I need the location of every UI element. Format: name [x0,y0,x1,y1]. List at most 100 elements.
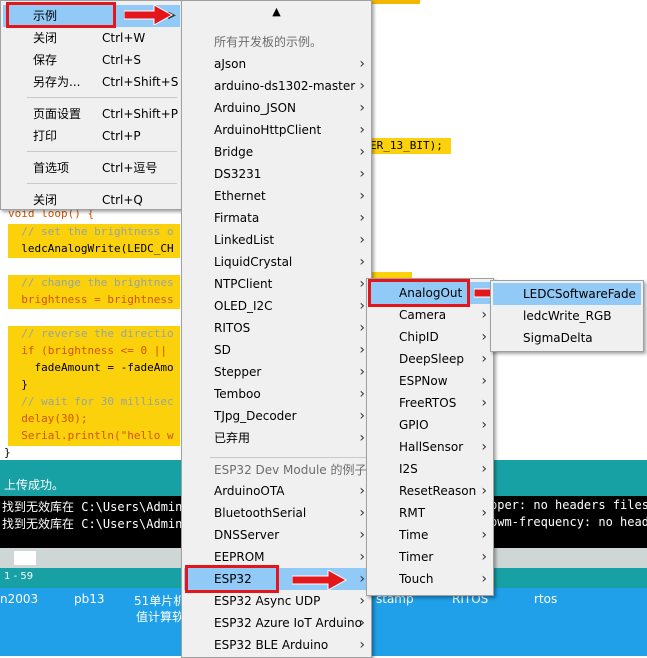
menu-item-label: ChipID [399,330,439,344]
submenu-arrow-icon: › [481,571,487,587]
menu-item-label: NTPClient [214,277,273,291]
esp32-examples-menu: AnalogOut›Camera›ChipID›DeepSleep›ESPNow… [366,278,494,596]
taskbar-item[interactable]: rtos [534,592,557,606]
menu-separator [27,183,177,184]
esp32-menu-item[interactable]: DeepSleep › [369,348,491,370]
esp32-menu-item[interactable]: FreeRTOS › [369,392,491,414]
board-examples-menu-item[interactable]: ESP32 BLE Arduino › [184,634,369,656]
menu-item-label: ResetReason [399,484,477,498]
submenu-arrow-icon: › [359,549,365,565]
examples-menu-item[interactable]: NTPClient › [184,273,369,295]
scrollbar-thumb[interactable] [14,551,36,565]
esp32-menu-item[interactable]: Timer › [369,546,491,568]
taskbar-item[interactable]: 值计算软 [136,608,184,625]
taskbar-item[interactable]: n2003 [0,592,38,606]
examples-menu-item[interactable]: Ethernet › [184,185,369,207]
submenu-arrow-icon: › [359,100,365,116]
status-text: 上传成功。 [4,478,65,492]
taskbar-item[interactable]: 51单片机 [134,592,185,609]
menu-item-preferences[interactable]: 首选项 Ctrl+逗号 [3,157,180,179]
submenu-arrow-icon: › [359,593,365,609]
menu-shortcut: Ctrl+Q [102,193,143,207]
submenu-arrow-icon: › [481,329,487,345]
taskbar-item[interactable]: pb13 [74,592,105,606]
menu-item-print[interactable]: 打印 Ctrl+P [3,125,180,147]
menu-item-label: RITOS [214,321,251,335]
menu-item-label: Ethernet [214,189,266,203]
submenu-arrow-icon: › [481,439,487,455]
examples-menu-item[interactable]: Arduino_JSON › [184,97,369,119]
code-line-partial: ER_13_BIT); [370,138,451,154]
menu-header-all-boards: 所有开发板的示例。 [214,35,323,49]
menu-item-page-setup[interactable]: 页面设置 Ctrl+Shift+P [3,103,180,125]
highlight-box-analogout [368,279,470,307]
menu-item-label: Arduino_JSON [214,101,297,115]
esp32-menu-item[interactable]: Camera › [369,304,491,326]
examples-menu-item[interactable]: Bridge › [184,141,369,163]
examples-menu-item[interactable]: Stepper › [184,361,369,383]
menu-item-label: LEDCSoftwareFade [523,287,636,301]
menu-item-close[interactable]: 关闭 Ctrl+W [3,27,180,49]
examples-menu-item[interactable]: SD › [184,339,369,361]
analogout-menu-item[interactable]: LEDCSoftwareFade [493,283,641,305]
menu-item-label: Touch [399,572,434,586]
esp32-menu-item[interactable]: ESPNow › [369,370,491,392]
submenu-arrow-icon: › [359,56,365,72]
menu-item-label: 首选项 [33,161,70,175]
esp32-menu-item[interactable]: Touch › [369,568,491,590]
esp32-menu-item[interactable]: ResetReason › [369,480,491,502]
menu-item-label: 保存 [33,53,58,67]
examples-menu-item[interactable]: RITOS › [184,317,369,339]
console-line: 找到无效库在 C:\Users\Admini [2,517,190,531]
menu-item-label: SD [214,343,231,357]
examples-menu-item[interactable]: LiquidCrystal › [184,251,369,273]
menu-item-label: DeepSleep [399,352,464,366]
analogout-examples-menu: LEDCSoftwareFade ledcWrite_RGB SigmaDelta [490,280,644,352]
submenu-arrow-icon: › [359,615,365,631]
board-examples-menu-item[interactable]: ESP32 Azure IoT Arduino › [184,612,369,634]
red-arrow-icon [292,570,348,590]
menu-item-label: 另存为... [33,75,81,89]
code-line: fadeAmount = -fadeAmo [8,361,174,374]
submenu-arrow-icon: › [359,210,365,226]
analogout-menu-item[interactable]: SigmaDelta [493,327,641,349]
analogout-menu-item[interactable]: ledcWrite_RGB [493,305,641,327]
examples-menu-item[interactable]: aJson › [184,53,369,75]
submenu-arrow-icon: › [359,166,365,182]
examples-menu-item[interactable]: DS3231 › [184,163,369,185]
code-line: if (brightness <= 0 || [8,344,174,357]
submenu-arrow-icon: › [481,483,487,499]
esp32-menu-item[interactable]: ChipID › [369,326,491,348]
board-examples-menu-item[interactable]: ESP32 Async UDP › [184,590,369,612]
code-brace: } [4,446,11,459]
submenu-arrow-icon: › [481,505,487,521]
menu-item-label: BluetoothSerial [214,506,307,520]
examples-menu-item[interactable]: OLED_I2C › [184,295,369,317]
menu-item-label: ESPNow [399,374,448,388]
submenu-arrow-icon: › [359,78,365,94]
menu-item-label: LiquidCrystal [214,255,293,269]
esp32-menu-item[interactable]: HallSensor › [369,436,491,458]
esp32-menu-item[interactable]: GPIO › [369,414,491,436]
examples-menu-item[interactable]: ArduinoHttpClient › [184,119,369,141]
board-examples-menu-item[interactable]: BluetoothSerial › [184,502,369,524]
examples-menu-item[interactable]: 已弃用 › [184,427,369,449]
menu-item-quit[interactable]: 关闭 Ctrl+Q [3,189,180,211]
scroll-up-icon[interactable]: ▲ [182,5,371,18]
menu-item-label: Timer [399,550,434,564]
menu-item-save[interactable]: 保存 Ctrl+S [3,49,180,71]
esp32-menu-item[interactable]: RMT › [369,502,491,524]
examples-menu-item[interactable]: TJpg_Decoder › [184,405,369,427]
submenu-arrow-icon: › [359,342,365,358]
board-examples-menu-item[interactable]: DNSServer › [184,524,369,546]
esp32-menu-item[interactable]: Time › [369,524,491,546]
esp32-menu-item[interactable]: I2S › [369,458,491,480]
menu-item-save-as[interactable]: 另存为... Ctrl+Shift+S [3,71,180,93]
examples-menu-item[interactable]: arduino-ds1302-master › [184,75,369,97]
examples-menu-item[interactable]: Temboo › [184,383,369,405]
board-examples-menu-item[interactable]: ArduinoOTA › [184,480,369,502]
examples-menu-item[interactable]: LinkedList › [184,229,369,251]
file-menu: 示例 ▶ 关闭 Ctrl+W 保存 Ctrl+S 另存为... Ctrl+Shi… [0,0,183,210]
highlight-box-esp32 [185,565,279,593]
examples-menu-item[interactable]: Firmata › [184,207,369,229]
